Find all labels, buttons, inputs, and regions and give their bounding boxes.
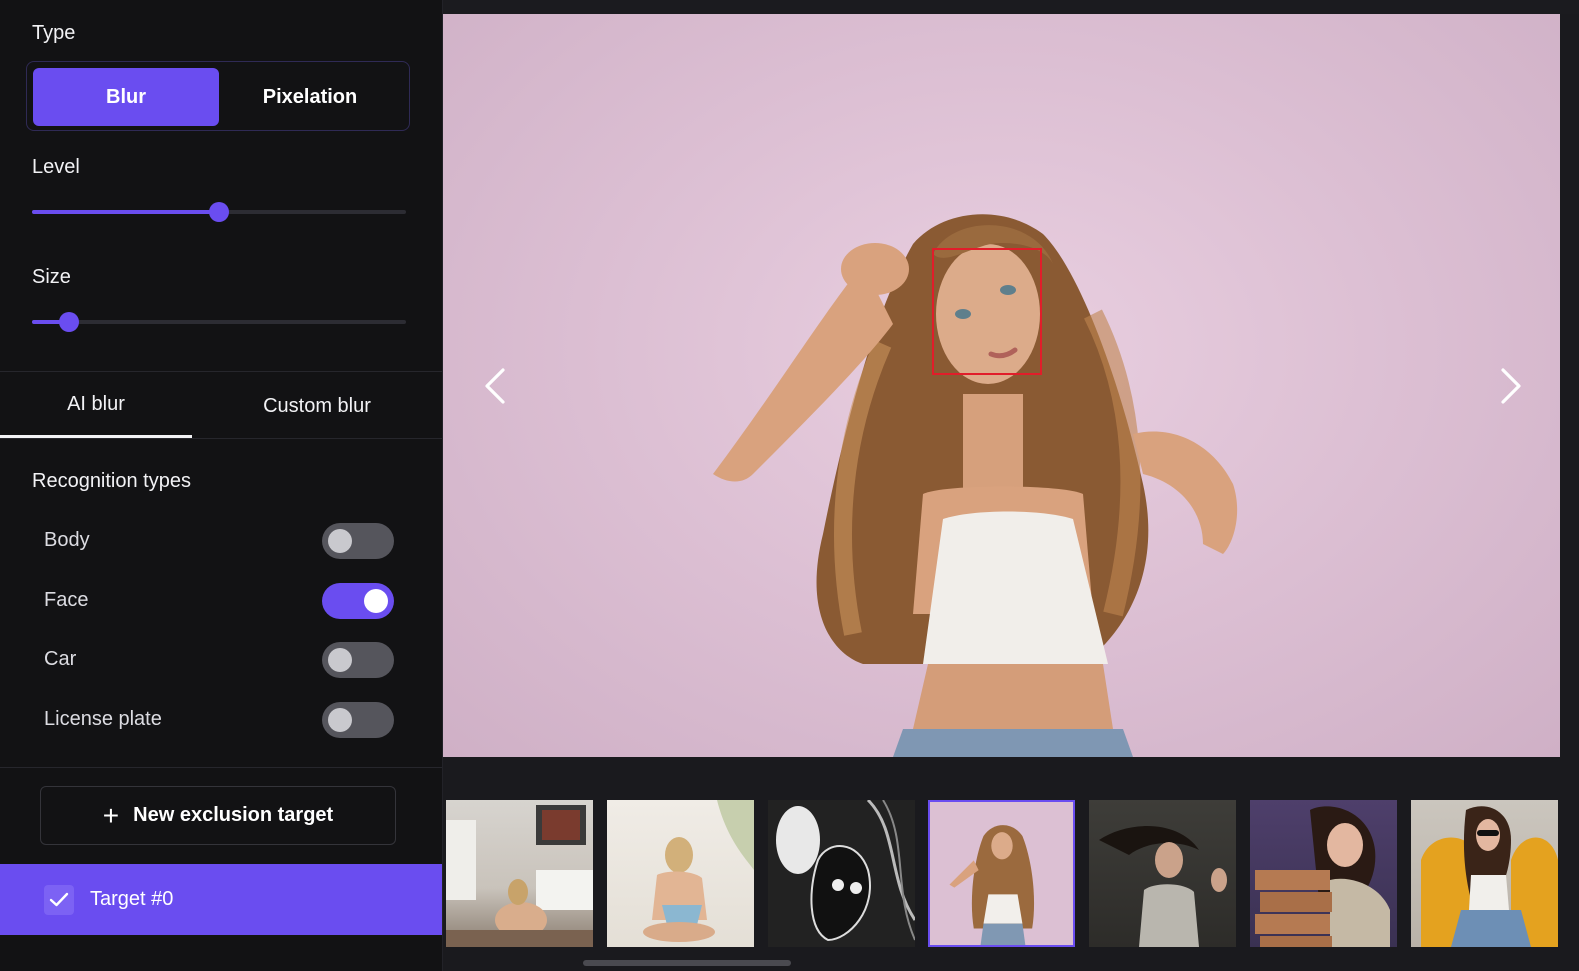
level-label: Level	[32, 156, 80, 178]
divider	[0, 438, 442, 439]
size-slider-thumb[interactable]	[59, 312, 80, 332]
body-toggle[interactable]	[322, 523, 394, 559]
size-slider[interactable]	[32, 312, 406, 332]
toggle-knob	[328, 708, 352, 732]
thumbnail[interactable]	[1250, 800, 1397, 947]
preview-photo	[713, 214, 1238, 757]
size-slider-track	[32, 320, 406, 324]
viewer-topbar	[443, 0, 1579, 14]
thumbnail[interactable]	[768, 800, 915, 947]
toggle-knob	[328, 648, 352, 672]
thumbnail-photo	[1421, 806, 1558, 947]
target-row[interactable]: Target #0	[0, 864, 442, 935]
chevron-right-icon[interactable]	[1489, 364, 1529, 408]
face-toggle[interactable]	[322, 583, 394, 619]
toggle-row-car: Car	[44, 642, 394, 678]
image-preview	[443, 14, 1560, 757]
plus-icon: +	[102, 799, 120, 831]
thumbnail-photo	[1099, 826, 1227, 947]
chevron-left-icon[interactable]	[477, 364, 517, 408]
license-plate-toggle[interactable]	[322, 702, 394, 738]
pixelation-option-button[interactable]: Pixelation	[217, 68, 403, 126]
thumbnail[interactable]	[607, 800, 754, 947]
toggle-label-face: Face	[44, 589, 89, 611]
thumbnail-photo	[949, 825, 1035, 945]
type-segmented-control: Blur Pixelation	[26, 61, 410, 131]
divider	[0, 767, 442, 768]
toggle-knob	[364, 589, 388, 613]
level-slider[interactable]	[32, 202, 406, 222]
settings-panel: Type Blur Pixelation Level Size AI blur …	[0, 0, 443, 971]
thumbnail-scrollbar[interactable]	[443, 960, 1560, 966]
thumbnail[interactable]	[1089, 800, 1236, 947]
target-checkbox[interactable]	[44, 884, 74, 915]
toggle-row-body: Body	[44, 523, 394, 559]
toggle-row-license-plate: License plate	[44, 702, 394, 738]
toggle-label-license-plate: License plate	[44, 708, 162, 730]
level-slider-fill	[32, 210, 219, 214]
car-toggle[interactable]	[322, 642, 394, 678]
tab-ai-blur[interactable]: AI blur	[0, 374, 192, 438]
toggle-row-face: Face	[44, 583, 394, 619]
viewer-edge	[1560, 14, 1579, 757]
scrollbar-thumb[interactable]	[583, 960, 791, 966]
size-label: Size	[32, 266, 71, 288]
thumbnail[interactable]	[1411, 800, 1558, 947]
new-exclusion-target-button[interactable]: + New exclusion target	[40, 786, 396, 845]
tab-custom-blur[interactable]: Custom blur	[192, 374, 442, 438]
check-icon	[49, 892, 69, 906]
toggle-label-body: Body	[44, 529, 90, 551]
recognition-types-label: Recognition types	[32, 470, 191, 492]
blur-option-button[interactable]: Blur	[33, 68, 219, 126]
toggle-knob	[328, 529, 352, 553]
thumbnail-selected[interactable]	[928, 800, 1075, 947]
thumbnail-photo	[643, 800, 754, 942]
divider	[0, 371, 442, 372]
level-slider-thumb[interactable]	[209, 202, 229, 222]
target-label: Target #0	[90, 888, 174, 910]
toggle-label-car: Car	[44, 648, 77, 670]
thumbnail-photo	[446, 805, 593, 947]
type-label: Type	[32, 22, 76, 44]
new-exclusion-target-label: New exclusion target	[133, 804, 334, 826]
thumbnail-photo	[1255, 806, 1390, 947]
thumbnail-photo	[768, 800, 915, 947]
thumbnail[interactable]	[446, 800, 593, 947]
